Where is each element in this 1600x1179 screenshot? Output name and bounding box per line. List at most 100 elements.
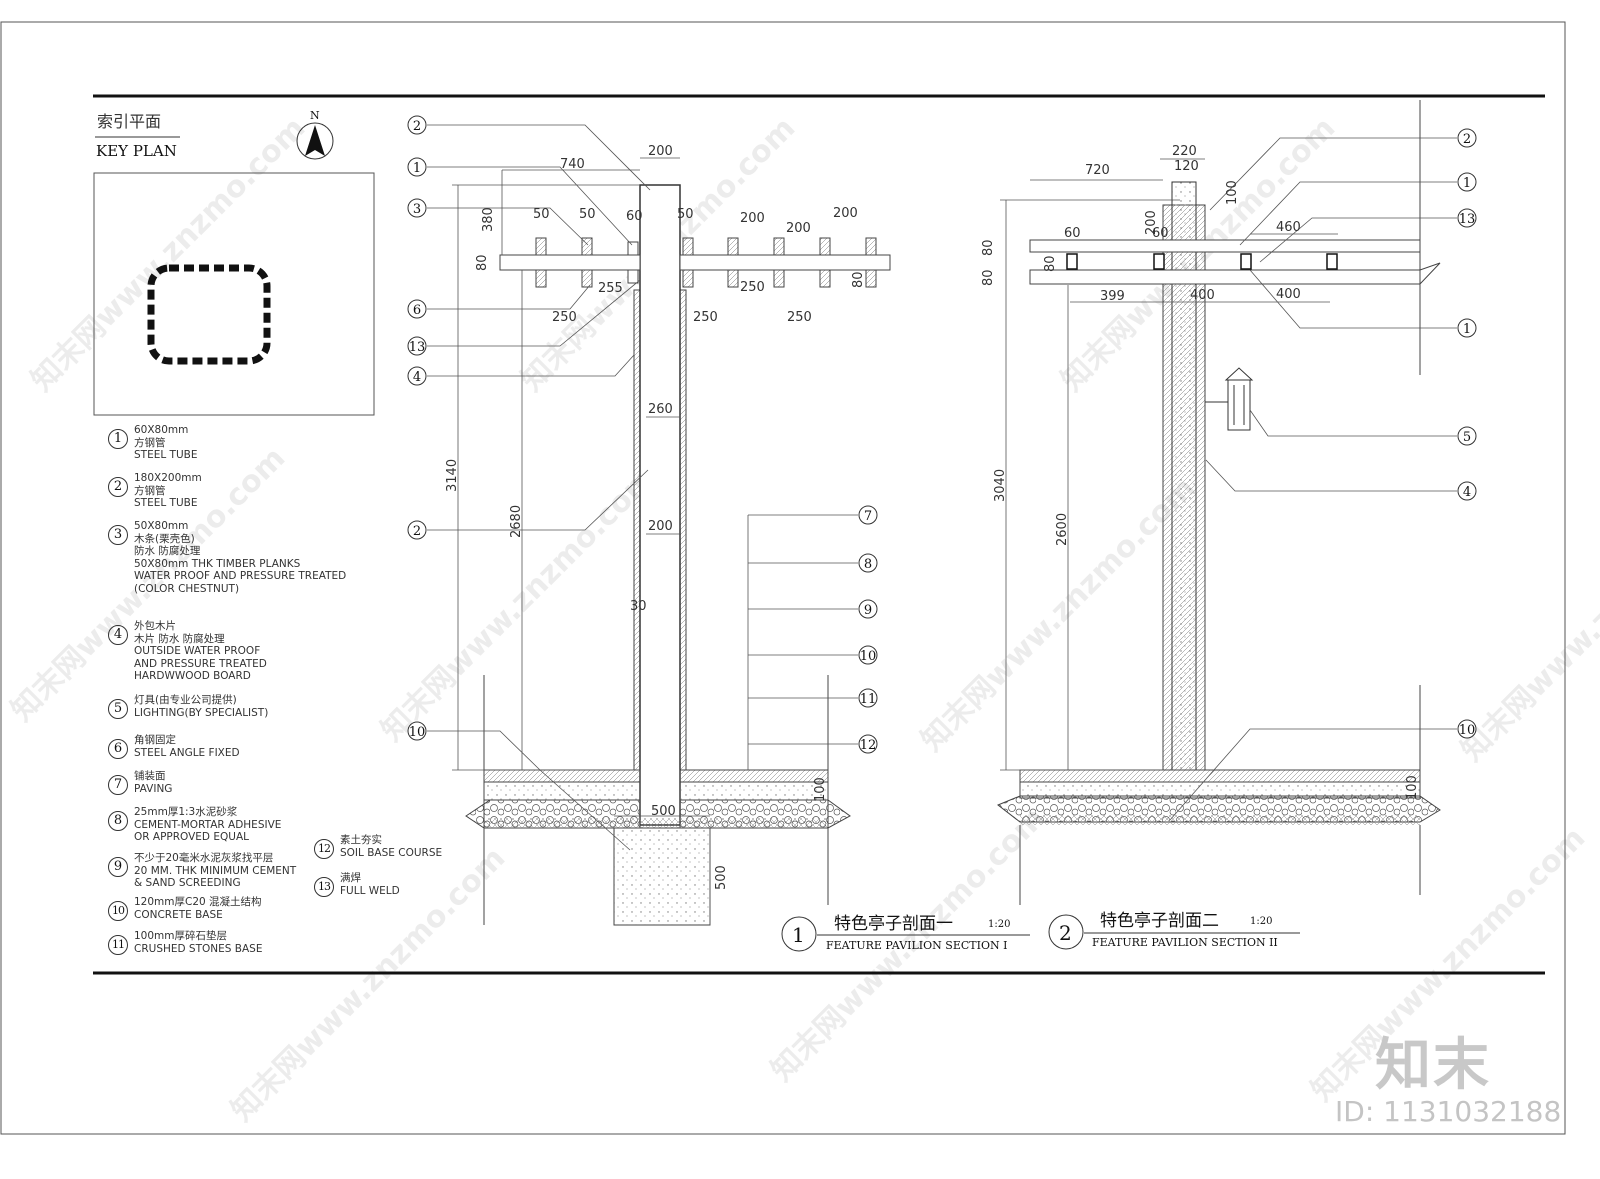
legend-item: 13 满焊 FULL WELD — [314, 872, 400, 897]
legend-text: 60X80mm — [134, 424, 189, 436]
dim-label: 80 — [981, 239, 996, 256]
steel-post — [639, 184, 681, 826]
dim-label: 200 — [833, 206, 858, 221]
callout-number: 8 — [864, 557, 872, 572]
callout-number: 10 — [860, 649, 877, 664]
callout-number: 4 — [413, 370, 421, 385]
dim-label: 120 — [1174, 159, 1199, 174]
concrete-footing — [613, 827, 711, 926]
section-title-cn: 特色亭子剖面二 — [1100, 911, 1219, 931]
legend-text: 木条(栗壳色) — [134, 532, 195, 545]
legend-item: 7 铺装面 PAVING — [108, 770, 172, 795]
legend-text: OR APPROVED EQUAL — [134, 831, 249, 843]
callout-number: 5 — [1463, 430, 1471, 445]
legend-number: 4 — [108, 625, 128, 645]
key-plan-title-en: KEY PLAN — [96, 142, 177, 160]
dim-label: 260 — [648, 402, 673, 417]
legend-item: 11 100mm厚碎石垫层 CRUSHED STONES BASE — [108, 930, 262, 955]
watermark-id: ID: 1131032188 — [1335, 1095, 1562, 1128]
legend-text: CEMENT-MORTAR ADHESIVE — [134, 818, 282, 831]
lamp-icon — [1205, 367, 1254, 431]
key-plan: 索引平面 KEY PLAN N — [93, 109, 375, 416]
callout-number: 2 — [413, 119, 421, 134]
dim-label: 200 — [648, 144, 673, 159]
callout-number: 2 — [413, 524, 421, 539]
dim-label: 100 — [813, 777, 828, 802]
dim-label: 460 — [1276, 220, 1301, 235]
north-arrow-icon: N — [296, 109, 334, 160]
legend-text: & SAND SCREEDING — [134, 877, 241, 889]
legend-item: 8 25mm厚1:3水泥砂浆 CEMENT-MORTAR ADHESIVE OR AP… — [108, 806, 281, 844]
callout-number: 6 — [413, 303, 421, 318]
dim-label: 30 — [630, 599, 647, 614]
legend-text: CONCRETE BASE — [134, 908, 223, 921]
callout-number: 7 — [864, 509, 872, 524]
legend-text: 100mm厚碎石垫层 — [134, 930, 227, 942]
legend-number: 1 — [108, 429, 128, 449]
legend-text: 120mm厚C20 混凝土结构 — [134, 896, 262, 908]
callout-number: 13 — [1459, 212, 1476, 227]
dim-label: 80 — [1043, 255, 1058, 272]
ground-layers — [997, 100, 1441, 905]
legend-text: 外包木片 — [134, 620, 176, 632]
section-scale: 1:20 — [988, 919, 1010, 930]
legend-text: 50X80mm — [134, 520, 189, 532]
legend-text: 素土夯实 — [340, 834, 382, 846]
legend-item: 9 不少于20毫米水泥灰浆找平层 20 MM. THK MINIMUM CEMENT… — [108, 852, 296, 890]
legend-text: FULL WELD — [340, 884, 400, 897]
key-plan-title-cn: 索引平面 — [97, 112, 161, 131]
dim-label: 220 — [1172, 144, 1197, 159]
legend-item: 5 灯具(由专业公司提供) LIGHTING(BY SPECIALIST) — [108, 694, 268, 719]
dim-label: 250 — [693, 310, 718, 325]
section-number: 2 — [1059, 921, 1072, 945]
legend-text: 角钢固定 — [134, 734, 176, 746]
legend-text: OUTSIDE WATER PROOF — [134, 645, 261, 657]
legend-number: 11 — [108, 935, 128, 955]
legend-item: 12 素土夯实 SOIL BASE COURSE — [314, 834, 442, 859]
dim-label: 80 — [475, 254, 490, 271]
key-plan-frame — [93, 172, 375, 416]
legend-number: 12 — [314, 839, 334, 859]
dim-label: 50 — [533, 207, 550, 222]
legend-item: 3 50X80mm 木条(栗壳色) 防水 防腐处理 50X80mm THK TIMBER… — [108, 520, 346, 595]
section-1-title: 1 特色亭子剖面一 1:20 FEATURE PAVILION SECTION … — [781, 914, 1030, 952]
dim-label: 380 — [481, 207, 496, 232]
legend-text: SOIL BASE COURSE — [340, 846, 443, 859]
legend-text: 方钢管 — [134, 484, 166, 497]
legend-text: HARDWWOOD BOARD — [134, 670, 251, 682]
beam-lower — [1029, 262, 1441, 285]
legend-number: 6 — [108, 739, 128, 759]
north-label: N — [310, 109, 320, 122]
callout-number: 4 — [1463, 485, 1471, 500]
legend-text: CRUSHED STONES BASE — [134, 942, 263, 955]
dim-label: 50 — [677, 207, 694, 222]
dim-label: 80 — [851, 271, 866, 288]
section-number: 1 — [792, 923, 805, 947]
legend-text: 方钢管 — [134, 436, 166, 449]
legend-text: 20 MM. THK MINIMUM CEMENT — [134, 864, 297, 877]
legend-item: 10 120mm厚C20 混凝土结构 CONCRETE BASE — [108, 896, 262, 921]
dim-label: 2680 — [509, 505, 524, 538]
legend-text: 防水 防腐处理 — [134, 545, 201, 557]
dim-label: 2600 — [1055, 513, 1070, 546]
legend-number: 2 — [108, 477, 128, 497]
callout-number: 1 — [413, 161, 421, 176]
dim-label: 250 — [787, 310, 812, 325]
legend-text: 灯具(由专业公司提供) — [134, 694, 237, 706]
legend-item: 4 外包木片 木片 防水 防腐处理 OUTSIDE WATER PROOF AND PR… — [108, 620, 267, 683]
legend-text: AND PRESSURE TREATED — [134, 657, 267, 670]
legend-number: 9 — [108, 857, 128, 877]
beam-left — [499, 254, 641, 271]
callout-number: 3 — [413, 202, 421, 217]
legend-text: 铺装面 — [134, 770, 166, 782]
legend-number: 8 — [108, 811, 128, 831]
dim-label: 200 — [740, 211, 765, 226]
legend-text: 满焊 — [340, 872, 361, 884]
dim-label: 400 — [1276, 287, 1301, 302]
legend-item: 2 180X200mm 方钢管 STEEL TUBE — [108, 472, 202, 510]
dim-label: 250 — [740, 280, 765, 295]
section-2-title: 2 特色亭子剖面二 1:20 FEATURE PAVILION SECTION … — [1048, 911, 1300, 950]
dim-label: 100 — [1405, 775, 1420, 800]
legend-item: 1 60X80mm 方钢管 STEEL TUBE — [108, 424, 197, 462]
legend-text: 180X200mm — [134, 472, 202, 484]
